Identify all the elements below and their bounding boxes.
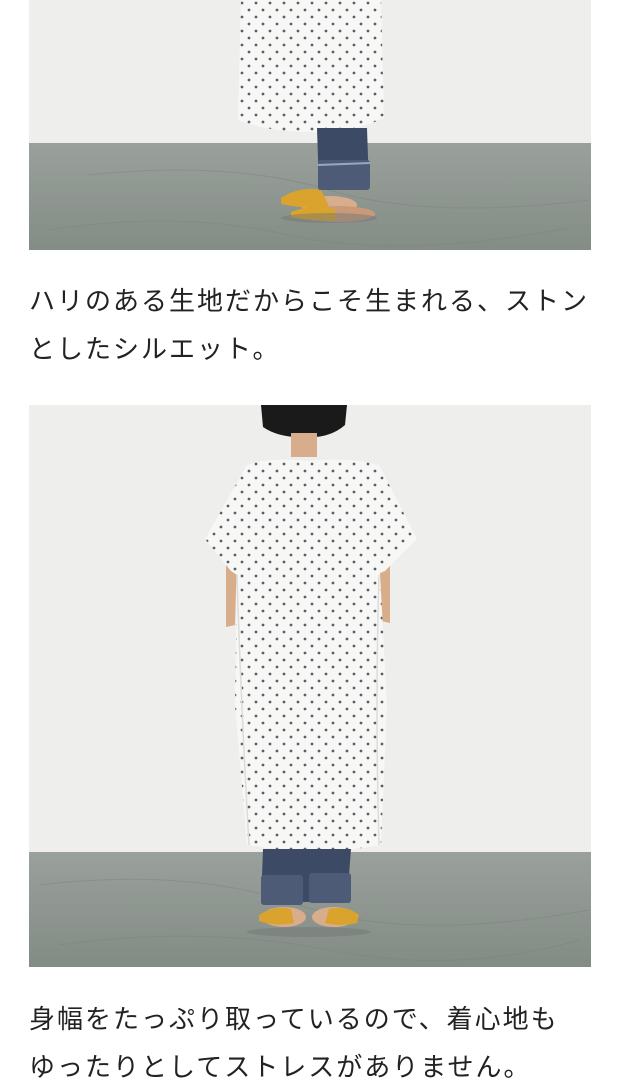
product-photo-legs	[29, 0, 591, 250]
caption-line: としたシルエット。	[29, 335, 281, 365]
caption-line: 身幅をたっぷり取っているので、着心地も	[29, 1005, 559, 1035]
dress-back-image	[29, 405, 591, 967]
dress-bottom-image	[29, 0, 591, 250]
caption-line: ハリのある生地だからこそ生まれる、ストン	[29, 287, 590, 317]
product-photo-back-view	[29, 405, 591, 967]
product-description-comfort: 身幅をたっぷり取っているので、着心地も ゆったりとしてストレスがありません。	[29, 996, 599, 1080]
product-detail-page: ハリのある生地だからこそ生まれる、ストン としたシルエット。 身幅をたっぷり取っ…	[0, 0, 621, 1080]
caption-line: ゆったりとしてストレスがありません。	[29, 1053, 532, 1080]
product-description-silhouette: ハリのある生地だからこそ生まれる、ストン としたシルエット。	[29, 278, 599, 374]
